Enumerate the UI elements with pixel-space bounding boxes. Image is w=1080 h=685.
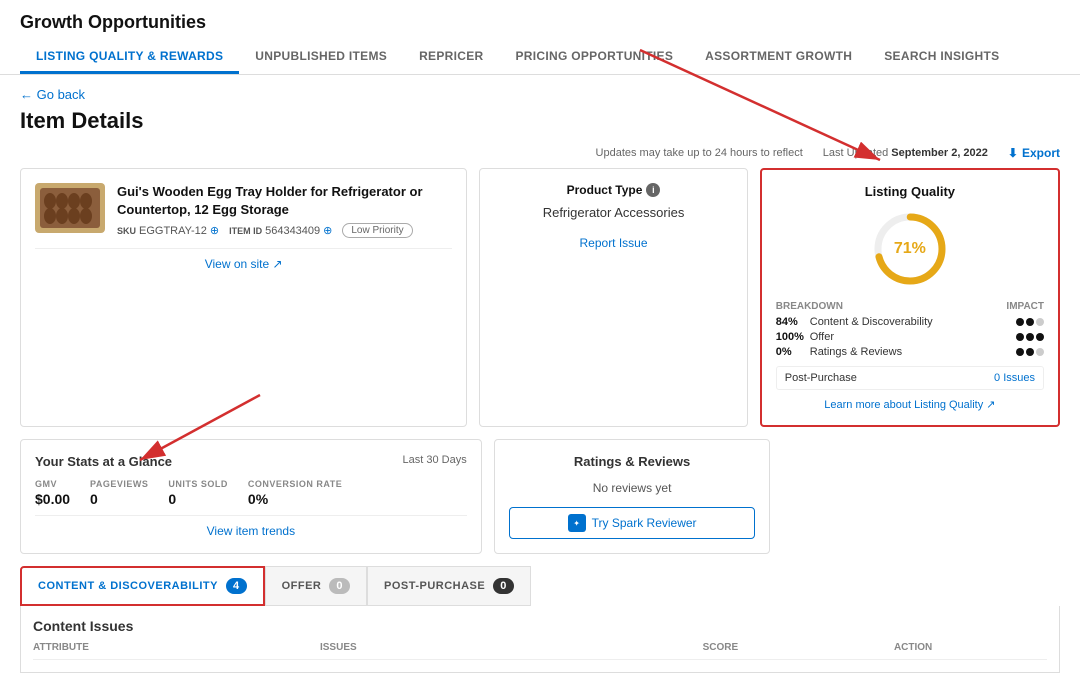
breakdown-row-content: 84% Content & Discoverability <box>776 316 1044 328</box>
tab-repricer[interactable]: Repricer <box>403 41 499 74</box>
app-title: Growth Opportunities <box>20 12 1060 33</box>
stats-grid: GMV $0.00 Pageviews 0 Units Sold 0 Conve… <box>35 479 467 507</box>
stat-units: Units Sold 0 <box>168 479 228 507</box>
issues-table-header: Attribute Issues Score Action <box>33 642 1047 660</box>
dot <box>1016 333 1024 341</box>
post-purchase-row: Post-Purchase 0 Issues <box>776 366 1044 390</box>
tab-assortment[interactable]: Assortment Growth <box>689 41 868 74</box>
middle-row: Your Stats at a Glance Last 30 Days GMV … <box>20 439 1060 554</box>
content-issues-section: Content Issues Attribute Issues Score Ac… <box>20 606 1060 673</box>
item-name: Gui's Wooden Egg Tray Holder for Refrige… <box>117 183 452 219</box>
tab-post-purchase[interactable]: Post-Purchase 0 <box>367 566 531 606</box>
content-tabs-row: Content & Discoverability 4 Offer 0 Post… <box>20 566 1060 606</box>
no-reviews-text: No reviews yet <box>509 481 756 495</box>
listing-quality-breakdown: BREAKDOWN IMPACT 84% Content & Discovera… <box>776 301 1044 411</box>
priority-badge: Low Priority <box>342 223 412 238</box>
main-content: ← Go back Item Details Updates may take … <box>0 75 1080 685</box>
stat-gmv: GMV $0.00 <box>35 479 70 507</box>
dot <box>1026 333 1034 341</box>
sku-label: SKU EGGTRAY-12 ⊕ <box>117 224 219 237</box>
item-id: ITEM ID 564343409 ⊕ <box>229 224 332 237</box>
dot <box>1036 348 1044 356</box>
stats-period: Last 30 Days <box>403 454 467 469</box>
listing-quality-percent: 71% <box>894 240 926 258</box>
content-tab-badge: 4 <box>226 578 247 594</box>
product-type-card: Product Type i Refrigerator Accessories … <box>479 168 747 427</box>
product-type-info-icon[interactable]: i <box>646 183 660 197</box>
listing-quality-card: Listing Quality 71% <box>760 168 1060 427</box>
app-header: Growth Opportunities Listing Quality & R… <box>0 0 1080 75</box>
learn-more-link[interactable]: Learn more about Listing Quality ↗ <box>776 398 1044 411</box>
listing-quality-title: Listing Quality <box>776 184 1044 199</box>
tab-offer[interactable]: Offer 0 <box>265 566 367 606</box>
spacer <box>782 439 1060 554</box>
spark-icon: ✦ <box>568 514 586 532</box>
last-updated-date: Last Updated September 2, 2022 <box>823 147 988 159</box>
stats-title: Your Stats at a Glance <box>35 454 172 469</box>
view-trends-link[interactable]: View item trends <box>35 515 467 538</box>
copy-sku-icon[interactable]: ⊕ <box>210 224 219 237</box>
tab-unpublished[interactable]: Unpublished Items <box>239 41 403 74</box>
stat-pageviews: Pageviews 0 <box>90 479 148 507</box>
product-type-title: Product Type i <box>494 183 732 197</box>
dot <box>1016 348 1024 356</box>
item-image <box>35 183 105 233</box>
top-row: Gui's Wooden Egg Tray Holder for Refrige… <box>20 168 1060 427</box>
go-back-link[interactable]: ← Go back <box>20 87 1060 102</box>
breakdown-row-ratings: 0% Ratings & Reviews <box>776 346 1044 358</box>
download-icon: ⬇ <box>1008 146 1018 160</box>
stats-card: Your Stats at a Glance Last 30 Days GMV … <box>20 439 482 554</box>
dot <box>1036 333 1044 341</box>
tab-listing-quality[interactable]: Listing Quality & Rewards <box>20 41 239 74</box>
spark-reviewer-button[interactable]: ✦ Try Spark Reviewer <box>509 507 756 539</box>
stat-conversion: Conversion Rate 0% <box>248 479 342 507</box>
dot <box>1026 348 1034 356</box>
listing-quality-circle: 71% <box>776 209 1044 289</box>
dot <box>1036 318 1044 326</box>
last-updated-text: Updates may take up to 24 hours to refle… <box>596 147 803 159</box>
last-updated-bar: Updates may take up to 24 hours to refle… <box>20 146 1060 160</box>
offer-tab-badge: 0 <box>329 578 350 594</box>
content-issues-title: Content Issues <box>33 618 1047 634</box>
ratings-title: Ratings & Reviews <box>509 454 756 469</box>
ratings-card: Ratings & Reviews No reviews yet ✦ Try S… <box>494 439 771 554</box>
tab-content-discoverability[interactable]: Content & Discoverability 4 <box>20 566 265 606</box>
export-button[interactable]: ⬇ Export <box>1008 146 1060 160</box>
view-on-site-link[interactable]: View on site ↗ <box>35 248 452 271</box>
item-card: Gui's Wooden Egg Tray Holder for Refrige… <box>20 168 467 427</box>
page-title: Item Details <box>20 108 1060 134</box>
report-issue-link[interactable]: Report Issue <box>494 236 732 250</box>
dot <box>1026 318 1034 326</box>
tab-search[interactable]: Search Insights <box>868 41 1015 74</box>
breakdown-row-offer: 100% Offer <box>776 331 1044 343</box>
copy-itemid-icon[interactable]: ⊕ <box>323 224 332 237</box>
post-purchase-tab-badge: 0 <box>493 578 514 594</box>
product-type-value: Refrigerator Accessories <box>494 205 732 220</box>
dot <box>1016 318 1024 326</box>
tab-pricing[interactable]: Pricing Opportunities <box>500 41 690 74</box>
nav-tabs: Listing Quality & Rewards Unpublished It… <box>20 41 1060 74</box>
